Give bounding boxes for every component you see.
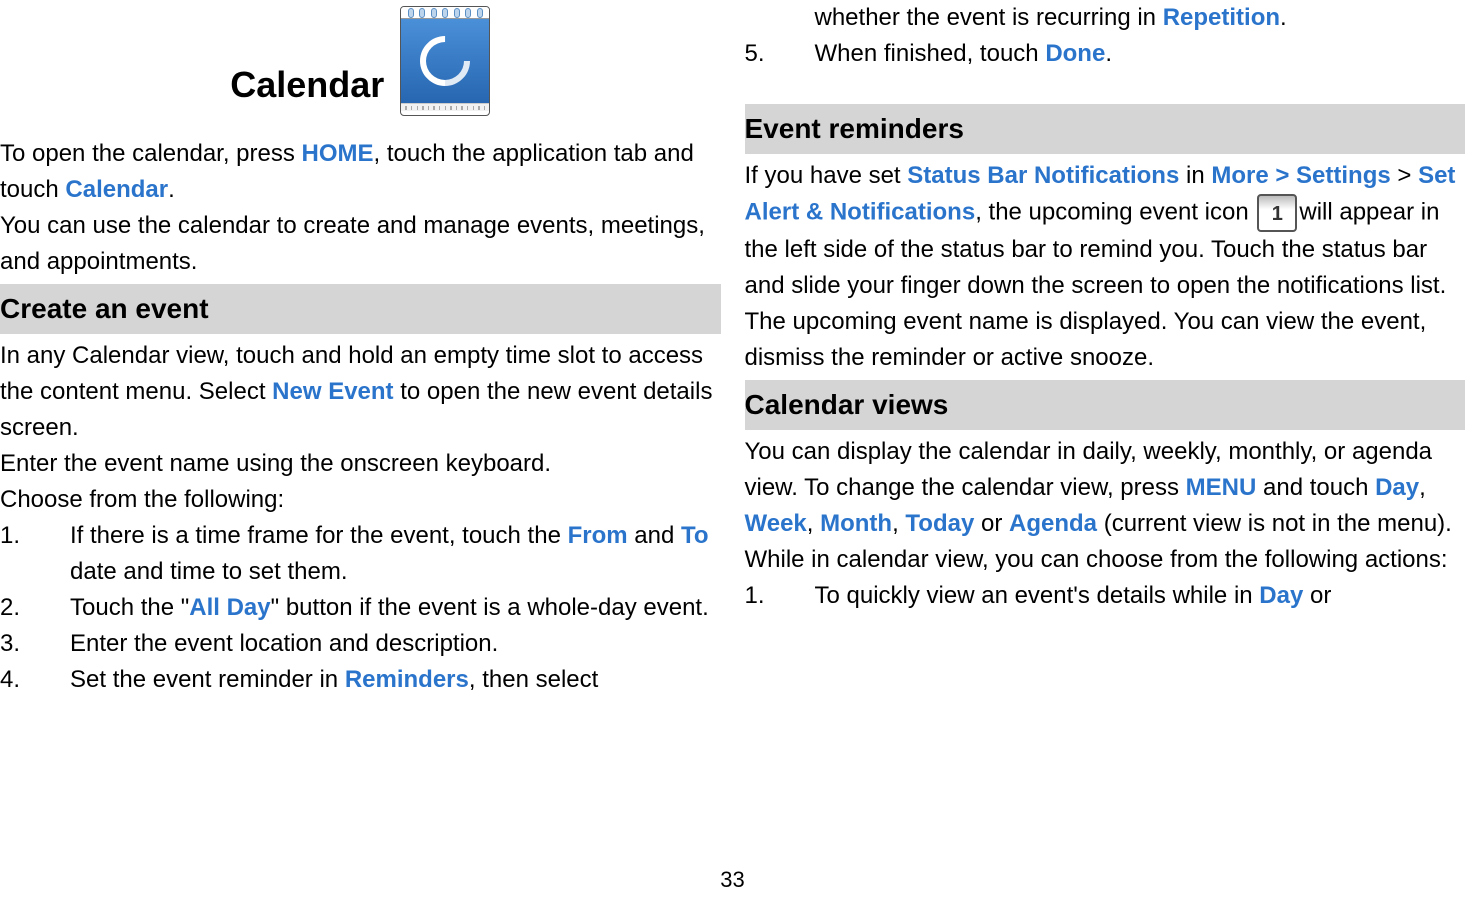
create-event-steps-cont: When finished, touch Done.	[745, 36, 1465, 72]
event-reminders-p1: If you have set Status Bar Notifications…	[745, 158, 1465, 376]
text: .	[1280, 4, 1287, 31]
text: Enter the event location and description…	[70, 626, 721, 662]
text: and touch	[1256, 474, 1375, 501]
two-column-layout: Calendar To open the calendar, press HOM…	[0, 0, 1465, 853]
status-bar-notifications-link: Status Bar Notifications	[907, 162, 1179, 189]
page-title: Calendar	[230, 58, 384, 116]
create-event-p3: Choose from the following:	[0, 482, 721, 518]
all-day-link: All Day	[189, 594, 270, 621]
from-link: From	[568, 522, 628, 549]
more-settings-link: More > Settings	[1211, 162, 1390, 189]
repetition-link: Repetition	[1163, 4, 1280, 31]
text: Set the event reminder in	[70, 666, 345, 693]
reminders-link: Reminders	[345, 666, 469, 693]
today-link: Today	[905, 510, 974, 537]
list-item: If there is a time frame for the event, …	[0, 518, 721, 590]
text: .	[1105, 40, 1112, 67]
text: or	[974, 510, 1009, 537]
text: .	[168, 176, 175, 203]
list-item: To quickly view an event's details while…	[745, 578, 1465, 614]
text: date and time to set them.	[70, 558, 348, 585]
create-event-steps: If there is a time frame for the event, …	[0, 518, 721, 698]
calendar-views-p1: You can display the calendar in daily, w…	[745, 434, 1465, 542]
text: ,	[1419, 474, 1426, 501]
new-event-link: New Event	[272, 378, 393, 405]
calendar-link: Calendar	[65, 176, 168, 203]
section-header-event-reminders: Event reminders	[745, 104, 1465, 154]
li4-continuation: whether the event is recurring in Repeti…	[745, 0, 1465, 36]
list-item: Enter the event location and description…	[0, 626, 721, 662]
text: >	[1391, 162, 1418, 189]
agenda-link: Agenda	[1009, 510, 1097, 537]
text: To quickly view an event's details while…	[815, 582, 1260, 609]
right-column: whether the event is recurring in Repeti…	[733, 0, 1465, 853]
text: When finished, touch	[815, 40, 1046, 67]
done-link: Done	[1045, 40, 1105, 67]
list-item: Touch the "All Day" button if the event …	[0, 590, 721, 626]
calendar-view-actions: To quickly view an event's details while…	[745, 578, 1465, 614]
month-link: Month	[820, 510, 892, 537]
text: ,	[892, 510, 905, 537]
intro-paragraph-2: You can use the calendar to create and m…	[0, 208, 721, 280]
create-event-p2: Enter the event name using the onscreen …	[0, 446, 721, 482]
create-event-p1: In any Calendar view, touch and hold an …	[0, 338, 721, 446]
title-row: Calendar	[0, 0, 721, 116]
calendar-views-p2: While in calendar view, you can choose f…	[745, 542, 1465, 578]
text: (current view is not in the menu).	[1097, 510, 1452, 537]
text: in	[1179, 162, 1211, 189]
menu-link: MENU	[1186, 474, 1257, 501]
intro-paragraph-1: To open the calendar, press HOME, touch …	[0, 136, 721, 208]
left-column: Calendar To open the calendar, press HOM…	[0, 0, 733, 853]
to-link: To	[681, 522, 709, 549]
text: and	[628, 522, 681, 549]
day-link-2: Day	[1259, 582, 1303, 609]
text: If you have set	[745, 162, 908, 189]
text: , the upcoming event icon	[975, 198, 1255, 225]
text: Touch the "	[70, 594, 189, 621]
calendar-app-icon	[400, 6, 490, 116]
upcoming-event-icon: 1	[1257, 194, 1297, 232]
text: If there is a time frame for the event, …	[70, 522, 568, 549]
text: To open the calendar, press	[0, 140, 302, 167]
home-link: HOME	[302, 140, 374, 167]
text: or	[1303, 582, 1331, 609]
day-link: Day	[1375, 474, 1419, 501]
list-item: Set the event reminder in Reminders, the…	[0, 662, 721, 698]
text: ,	[807, 510, 820, 537]
list-item: When finished, touch Done.	[745, 36, 1465, 72]
text: , then select	[469, 666, 598, 693]
section-header-calendar-views: Calendar views	[745, 380, 1465, 430]
week-link: Week	[745, 510, 807, 537]
text: whether the event is recurring in	[815, 4, 1163, 31]
page-number: 33	[0, 853, 1465, 900]
section-header-create-event: Create an event	[0, 284, 721, 334]
text: " button if the event is a whole-day eve…	[271, 594, 709, 621]
